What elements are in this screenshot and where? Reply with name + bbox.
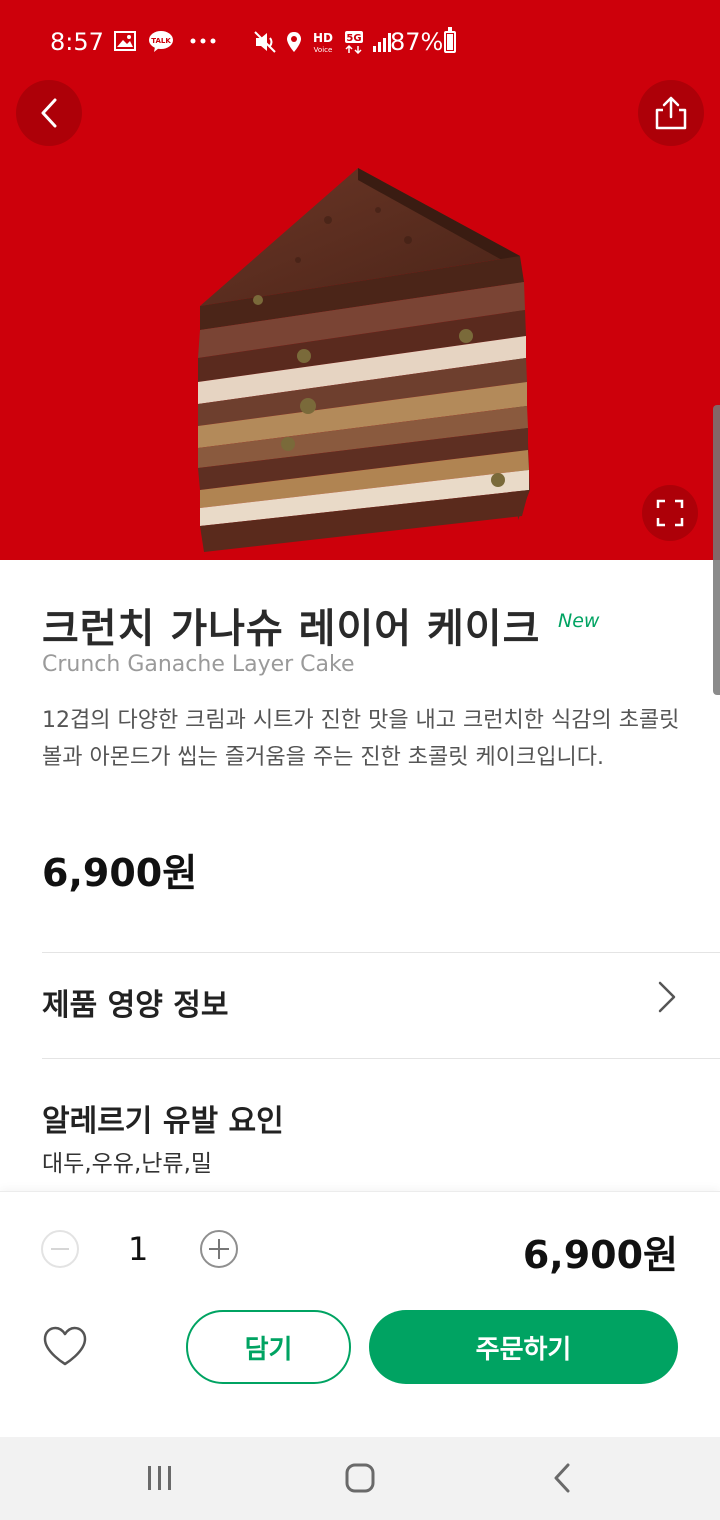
allergy-label: 알레르기 유발 요인 — [42, 1104, 284, 1139]
product-english-name: Crunch Ganache Layer Cake — [42, 652, 355, 677]
gallery-icon — [112, 28, 138, 54]
status-time: 8:57 — [50, 28, 104, 56]
order-sheet: 1 6,900원 담기 주문하기 — [0, 1191, 720, 1437]
share-button[interactable] — [638, 80, 704, 146]
product-description: 12겹의 다양한 크림과 시트가 진한 맛을 내고 크런치한 식감의 초콜릿 볼… — [42, 708, 680, 770]
fullscreen-icon — [656, 499, 684, 527]
back-button[interactable] — [16, 80, 82, 146]
recent-apps-icon — [148, 1466, 171, 1490]
favorite-button[interactable] — [42, 1325, 88, 1371]
product-image — [178, 160, 538, 560]
net-label: 5G — [346, 33, 361, 44]
decrease-quantity-button[interactable] — [41, 1230, 79, 1268]
5g-icon: 5G — [344, 30, 364, 58]
nutrition-info-label: 제품 영양 정보 — [42, 988, 229, 1023]
product-price: 6,900원 — [42, 851, 198, 895]
increase-quantity-button[interactable] — [200, 1230, 238, 1268]
battery-fill — [447, 34, 453, 50]
nutrition-info-row[interactable]: 제품 영양 정보 — [0, 952, 720, 1058]
add-to-cart-button[interactable]: 담기 — [186, 1310, 351, 1384]
product-hero: 8:57 TALK HD Voice 5G 87% — [0, 0, 720, 560]
divider — [42, 1058, 720, 1059]
signal-icon — [372, 32, 392, 56]
scroll-indicator[interactable] — [713, 405, 720, 695]
home-icon — [345, 1463, 375, 1493]
chevron-left-icon — [41, 98, 57, 128]
chevron-right-icon — [658, 981, 676, 1013]
fullscreen-button[interactable] — [642, 485, 698, 541]
system-back-button[interactable] — [532, 1457, 592, 1499]
hd-label: HD — [313, 31, 333, 45]
notification-icons: TALK — [112, 28, 216, 54]
battery-percent: 87% — [390, 28, 444, 56]
location-icon — [286, 31, 302, 57]
system-icons: HD Voice 5G — [254, 30, 392, 58]
order-total: 6,900원 — [522, 1233, 678, 1277]
home-button[interactable] — [330, 1457, 390, 1499]
back-icon — [554, 1463, 570, 1493]
new-badge: New — [558, 610, 600, 632]
status-bar: 8:57 TALK HD Voice 5G 87% — [0, 0, 720, 88]
battery-icon — [444, 27, 456, 53]
voice-label: Voice — [314, 46, 333, 54]
system-nav-bar — [0, 1437, 720, 1520]
hd-voice-icon: HD Voice — [310, 30, 336, 58]
mute-icon — [254, 31, 278, 57]
product-title: 크런치 가나슈 레이어 케이크 — [42, 606, 541, 652]
order-button[interactable]: 주문하기 — [369, 1310, 678, 1384]
more-dots-icon — [190, 28, 216, 54]
quantity-value: 1 — [128, 1230, 149, 1268]
minus-icon — [51, 1248, 69, 1250]
recent-apps-button[interactable] — [130, 1457, 190, 1499]
allergy-value: 대두,우유,난류,밀 — [42, 1151, 213, 1177]
plus-icon — [209, 1239, 229, 1259]
share-icon — [655, 96, 687, 130]
kakaotalk-label: TALK — [151, 37, 171, 45]
heart-icon — [43, 1326, 87, 1366]
kakaotalk-icon: TALK — [148, 28, 174, 54]
